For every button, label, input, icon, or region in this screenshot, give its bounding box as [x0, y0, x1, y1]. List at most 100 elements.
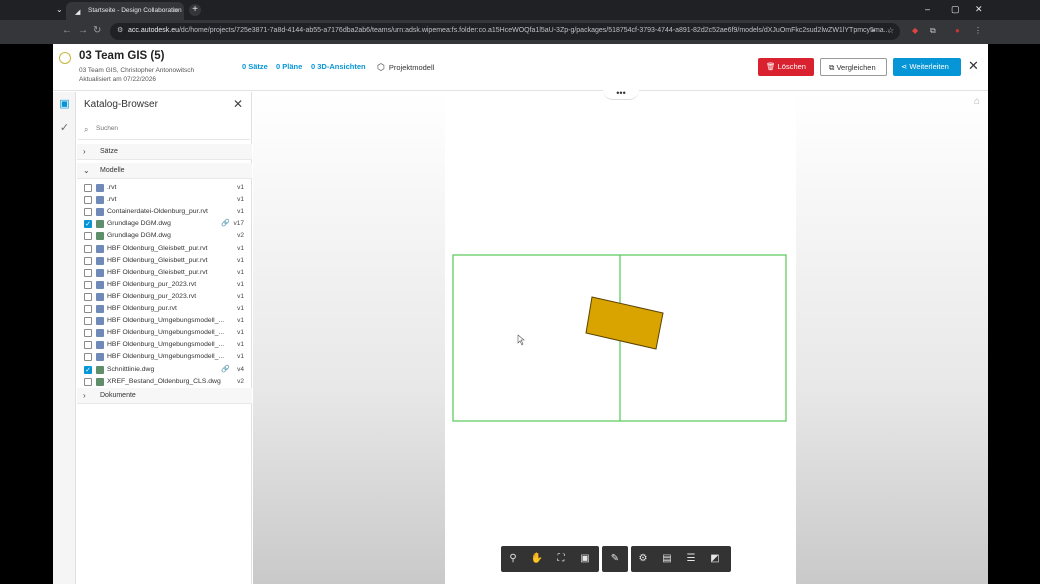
forward-share-button[interactable]: ⋖ Weiterleiten	[893, 58, 961, 76]
extensions-icon[interactable]: ⧉	[930, 26, 936, 36]
new-tab-button[interactable]: +	[189, 4, 201, 16]
profile-avatar-icon[interactable]: ●	[955, 26, 960, 35]
file-row[interactable]: .rvt v1	[77, 182, 252, 194]
file-row[interactable]: HBF Oldenburg_Umgebungsmodell_... v1	[77, 339, 252, 351]
sets-link[interactable]: 0 Sätze	[242, 62, 268, 71]
file-row[interactable]: HBF Oldenburg_Umgebungsmodell_... v1	[77, 327, 252, 339]
file-name: HBF Oldenburg_Umgebungsmodell_...	[107, 317, 225, 325]
file-row[interactable]: Containerdatei-Oldenburg_pur.rvt v1	[77, 206, 252, 218]
file-version[interactable]: v2	[237, 378, 244, 385]
file-row[interactable]: ✓ Grundlage DGM.dwg 🔗 v17	[77, 218, 252, 230]
file-checkbox[interactable]: ✓	[84, 365, 92, 374]
search-icon: ⌕	[84, 125, 89, 134]
close-viewer-icon[interactable]: ✕	[968, 58, 979, 74]
file-checkbox[interactable]	[84, 280, 92, 289]
maximize-icon[interactable]: ▢	[951, 4, 960, 15]
model-viewer[interactable]: ••• ⌂ ⚲ ✋ ⛶ ▣ ✎ ⚙ ▤ ☰ ◩	[253, 89, 988, 584]
fit-icon[interactable]: ⛶	[553, 551, 569, 567]
forward-icon[interactable]: →	[78, 25, 88, 36]
tab-search-icon[interactable]: ⌄	[56, 5, 63, 14]
file-version[interactable]: v4	[237, 366, 244, 373]
cross-section-shape[interactable]	[585, 296, 664, 350]
file-row[interactable]: ✓ Schnittlinie.dwg 🔗 v4	[77, 364, 252, 376]
file-checkbox[interactable]	[84, 268, 92, 277]
file-checkbox[interactable]	[84, 353, 92, 362]
delete-button[interactable]: 🗑 Löschen	[758, 58, 814, 76]
file-checkbox[interactable]	[84, 341, 92, 350]
site-info-icon[interactable]: ⚙	[117, 26, 123, 34]
3d-views-link[interactable]: 0 3D-Ansichten	[311, 62, 366, 71]
sheets-link[interactable]: 0 Pläne	[276, 62, 302, 71]
back-icon[interactable]: ←	[62, 25, 72, 36]
file-row[interactable]: .rvt v1	[77, 194, 252, 206]
browser-menu-icon[interactable]: ⋮	[974, 26, 982, 35]
chevron-right-icon: ›	[83, 391, 86, 400]
file-row[interactable]: HBF Oldenburg_pur_2023.rvt v1	[77, 291, 252, 303]
camera-icon[interactable]: ▣	[577, 551, 593, 567]
file-row[interactable]: HBF Oldenburg_Umgebungsmodell_... v1	[77, 315, 252, 327]
file-version[interactable]: v2	[237, 232, 244, 239]
file-checkbox[interactable]	[84, 305, 92, 313]
tab-close-icon[interactable]: ×	[173, 6, 178, 15]
file-checkbox[interactable]	[84, 244, 92, 253]
file-row[interactable]: Grundlage DGM.dwg v2	[77, 230, 252, 242]
save-icon[interactable]: ▤	[659, 551, 675, 567]
file-row[interactable]: HBF Oldenburg_Umgebungsmodell_... v1	[77, 351, 252, 363]
pen-icon[interactable]: ✎	[607, 551, 623, 567]
file-row[interactable]: HBF Oldenburg_Gleisbett_pur.rvt v1	[77, 243, 252, 255]
search-box[interactable]: ⌕	[78, 120, 250, 140]
file-version[interactable]: v1	[237, 196, 244, 203]
fullscreen-icon[interactable]: ◩	[707, 551, 723, 567]
file-version[interactable]: v1	[237, 293, 244, 300]
window-close-icon[interactable]: ✕	[975, 4, 983, 15]
translate-icon[interactable]: ⌖	[871, 26, 876, 36]
file-checkbox[interactable]	[84, 317, 92, 326]
file-version[interactable]: v1	[237, 329, 244, 336]
page-title: 03 Team GIS (5)	[79, 50, 165, 62]
check-circle-icon[interactable]: ✓	[58, 122, 71, 135]
file-version[interactable]: v1	[237, 305, 244, 312]
file-checkbox[interactable]	[84, 196, 92, 205]
file-checkbox[interactable]	[84, 329, 92, 338]
section-dokumente[interactable]: › Dokumente	[77, 388, 252, 404]
catalog-browser-icon[interactable]: ▣	[58, 98, 71, 111]
search-input[interactable]	[96, 125, 236, 132]
file-checkbox[interactable]	[84, 377, 92, 386]
file-version[interactable]: v1	[237, 257, 244, 264]
layers-icon[interactable]: ☰	[683, 551, 699, 567]
section-modelle[interactable]: ⌄ Modelle	[77, 163, 252, 179]
file-row[interactable]: XREF_Bestand_Oldenburg_CLS.dwg v2	[77, 376, 252, 388]
file-version[interactable]: v1	[237, 353, 244, 360]
file-checkbox[interactable]	[84, 256, 92, 265]
file-version[interactable]: v1	[237, 341, 244, 348]
file-version[interactable]: v1	[237, 208, 244, 215]
section-saetze[interactable]: › Sätze	[77, 144, 252, 160]
file-checkbox[interactable]: ✓	[84, 220, 92, 229]
file-row[interactable]: HBF Oldenburg_Gleisbett_pur.rvt v1	[77, 255, 252, 267]
file-version[interactable]: v1	[237, 245, 244, 252]
file-checkbox[interactable]	[84, 232, 92, 241]
file-row[interactable]: HBF Oldenburg_Gleisbett_pur.rvt v1	[77, 267, 252, 279]
acrobat-extension-icon[interactable]: ◆	[912, 26, 918, 35]
file-row[interactable]: HBF Oldenburg_pur_2023.rvt v1	[77, 279, 252, 291]
file-checkbox[interactable]	[84, 208, 92, 217]
project-model-link[interactable]: ⬡ Projektmodell	[377, 62, 434, 73]
file-version[interactable]: v1	[237, 269, 244, 276]
minimize-icon[interactable]: –	[925, 4, 930, 14]
reload-icon[interactable]: ↻	[93, 25, 101, 36]
file-checkbox[interactable]	[84, 184, 92, 192]
bookmark-star-icon[interactable]: ☆	[887, 26, 894, 35]
pin-icon[interactable]: ⚲	[505, 551, 521, 567]
hand-icon[interactable]: ✋	[529, 551, 545, 567]
file-version[interactable]: v1	[237, 281, 244, 288]
file-version[interactable]: v1	[237, 184, 244, 191]
file-version[interactable]: v17	[234, 220, 244, 227]
browser-tab[interactable]: ◢ Startseite - Design Collaboration ×	[66, 2, 184, 20]
file-version[interactable]: v1	[237, 317, 244, 324]
compare-button[interactable]: ⧉ Vergleichen	[820, 58, 887, 76]
file-checkbox[interactable]	[84, 292, 92, 301]
address-bar[interactable]: ⚙ acc.autodesk.eu/dc/home/projects/725e3…	[110, 23, 900, 40]
gear-icon[interactable]: ⚙	[635, 551, 651, 567]
file-row[interactable]: HBF Oldenburg_pur.rvt v1	[77, 303, 252, 315]
panel-close-icon[interactable]: ✕	[233, 97, 243, 111]
